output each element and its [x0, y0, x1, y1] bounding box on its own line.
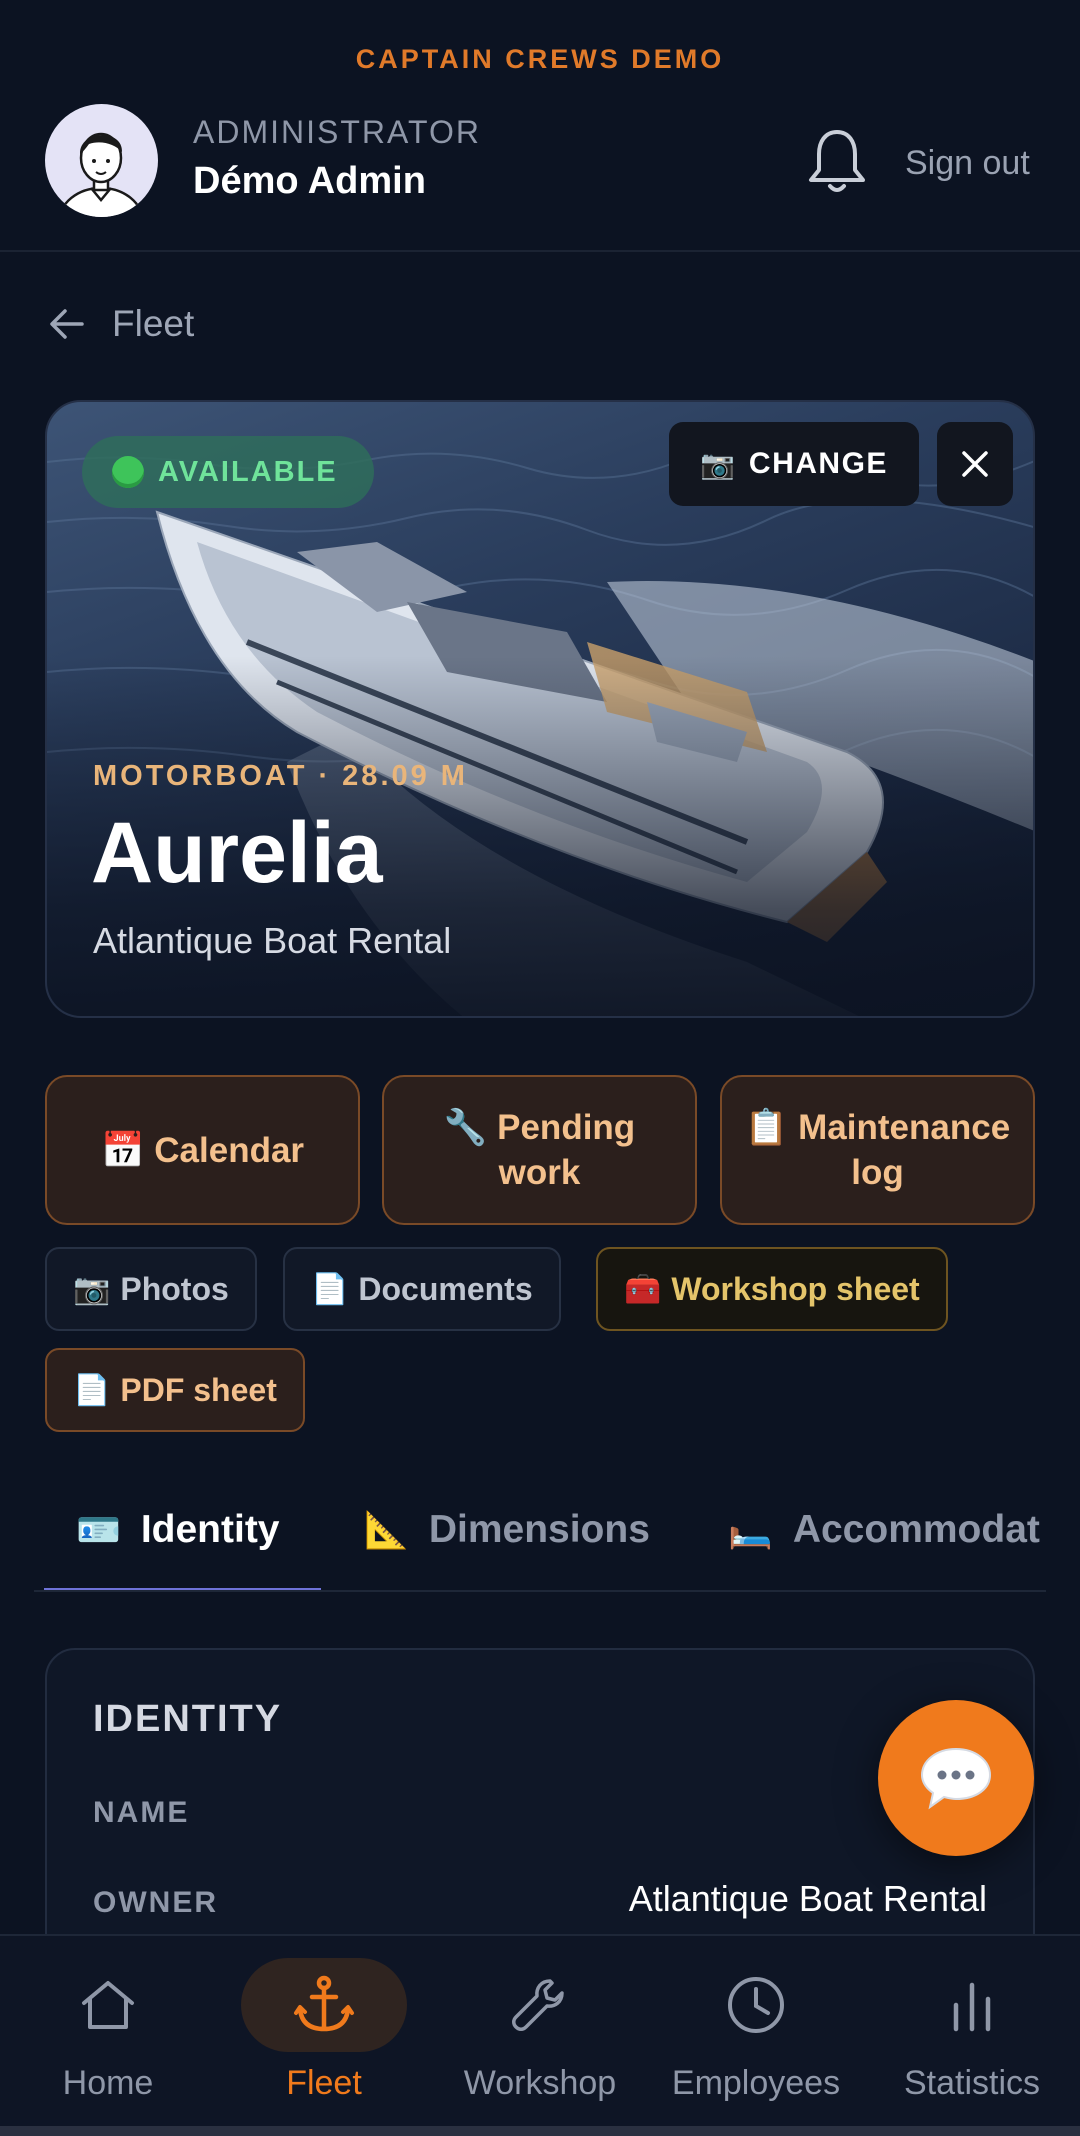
tab-dimensions[interactable]: 📐 Dimensions [364, 1508, 650, 1552]
wrench-icon [512, 1979, 564, 2031]
change-label: CHANGE [748, 447, 888, 480]
nav-statistics-icon-wrap [889, 1958, 1055, 2052]
document-icon: 📄 [311, 1272, 349, 1306]
nav-home-label: Home [62, 2064, 154, 2102]
user-role: ADMINISTRATOR [193, 114, 481, 150]
change-photo-button[interactable]: 📷 CHANGE [669, 422, 919, 506]
bar-chart-icon [953, 1982, 991, 2032]
boat-hero-card: AVAILABLE 📷 CHANGE MOTORBOAT · 28.09 M A… [45, 400, 1035, 1018]
pending-work-button[interactable]: 🔧 Pending work [382, 1075, 697, 1225]
pending-work-label: Pending work [497, 1108, 636, 1192]
nav-workshop[interactable]: Workshop [432, 1936, 648, 2126]
wrench-icon: 🔧 [443, 1108, 488, 1147]
nav-employees-label: Employees [671, 2064, 841, 2102]
tab-accommodation-label: Accommodat [792, 1508, 1040, 1551]
nav-fleet[interactable]: Fleet [216, 1936, 432, 2126]
status-badge: AVAILABLE [82, 436, 374, 508]
boat-name: Aurelia [91, 805, 383, 901]
tab-dimensions-label: Dimensions [428, 1508, 650, 1551]
calendar-icon: 📅 [100, 1130, 145, 1170]
avatar-illustration [58, 132, 144, 217]
nav-home[interactable]: Home [0, 1936, 216, 2126]
documents-button[interactable]: 📄 Documents [283, 1247, 561, 1331]
workshop-sheet-button[interactable]: 🧰 Workshop sheet [596, 1247, 948, 1331]
sign-out-link[interactable]: Sign out [905, 144, 1030, 183]
nav-fleet-icon-wrap [241, 1958, 407, 2052]
nav-employees-icon-wrap [673, 1958, 839, 2052]
pdf-sheet-label: PDF sheet [120, 1371, 277, 1408]
nav-statistics-label: Statistics [903, 2064, 1041, 2102]
identity-card-title: IDENTITY [93, 1698, 283, 1740]
close-icon [962, 451, 988, 477]
user-avatar[interactable] [45, 104, 158, 217]
active-tab-indicator [44, 1588, 321, 1590]
detail-tabs: 🪪 Identity 📐 Dimensions 🛏️ Accommodat [34, 1490, 1046, 1592]
document-icon: 📄 [73, 1373, 111, 1407]
calendar-button[interactable]: 📅 Calendar [45, 1075, 360, 1225]
notifications-bell-icon[interactable] [805, 126, 869, 198]
camera-icon: 📷 [700, 448, 735, 480]
nav-home-icon-wrap [25, 1958, 191, 2052]
anchor-icon [294, 1975, 354, 2032]
nav-employees[interactable]: Employees [648, 1936, 864, 2126]
pdf-sheet-button[interactable]: 📄 PDF sheet [45, 1348, 305, 1432]
nav-fleet-label: Fleet [286, 2064, 362, 2102]
id-card-icon: 🪪 [76, 1509, 121, 1550]
primary-actions: 📅 Calendar 🔧 Pending work 📋 Maintenance … [45, 1075, 1035, 1225]
boat-owner: Atlantique Boat Rental [93, 920, 452, 961]
photos-button[interactable]: 📷 Photos [45, 1247, 257, 1331]
header-divider [0, 250, 1080, 252]
tab-identity[interactable]: 🪪 Identity [76, 1508, 280, 1552]
green-circle-icon [112, 456, 144, 488]
owner-field-label: OWNER [93, 1886, 218, 1919]
documents-label: Documents [358, 1270, 533, 1307]
bottom-navigation: Home Fleet Workshop Employees Statistics [0, 1934, 1080, 2136]
name-field-label: NAME [93, 1796, 190, 1829]
system-home-bar [0, 2126, 1080, 2136]
nav-workshop-label: Workshop [463, 2064, 617, 2102]
workshop-sheet-label: Workshop sheet [671, 1270, 920, 1307]
owner-field-value: Atlantique Boat Rental [628, 1878, 987, 1919]
maintenance-log-button[interactable]: 📋 Maintenance log [720, 1075, 1035, 1225]
back-to-fleet[interactable]: Fleet [48, 296, 194, 352]
bed-icon: 🛏️ [728, 1509, 773, 1550]
user-header: ADMINISTRATOR Démo Admin Sign out [45, 100, 1035, 220]
speech-bubble-icon [920, 1747, 992, 1810]
clipboard-icon: 📋 [744, 1108, 789, 1147]
app-brand: CAPTAIN CREWS DEMO [355, 44, 725, 74]
tab-identity-label: Identity [140, 1508, 280, 1551]
clock-icon [728, 1977, 784, 2033]
nav-statistics[interactable]: Statistics [864, 1936, 1080, 2126]
photos-label: Photos [120, 1270, 229, 1307]
chat-button[interactable] [878, 1700, 1034, 1856]
user-name: Démo Admin [193, 160, 426, 202]
boat-type-length: MOTORBOAT · 28.09 M [93, 760, 468, 792]
tab-accommodation[interactable]: 🛏️ Accommodat [728, 1508, 1040, 1552]
remove-photo-button[interactable] [937, 422, 1013, 506]
back-label: Fleet [112, 303, 195, 344]
triangle-ruler-icon: 📐 [364, 1509, 409, 1550]
toolbox-icon: 🧰 [624, 1272, 662, 1306]
maintenance-log-label: Maintenance log [798, 1108, 1011, 1192]
arrow-left-icon [50, 309, 84, 339]
status-text: AVAILABLE [158, 455, 338, 488]
calendar-label: Calendar [154, 1130, 305, 1170]
camera-icon: 📷 [73, 1272, 111, 1306]
home-icon [82, 1981, 134, 2029]
nav-workshop-icon-wrap [457, 1958, 623, 2052]
